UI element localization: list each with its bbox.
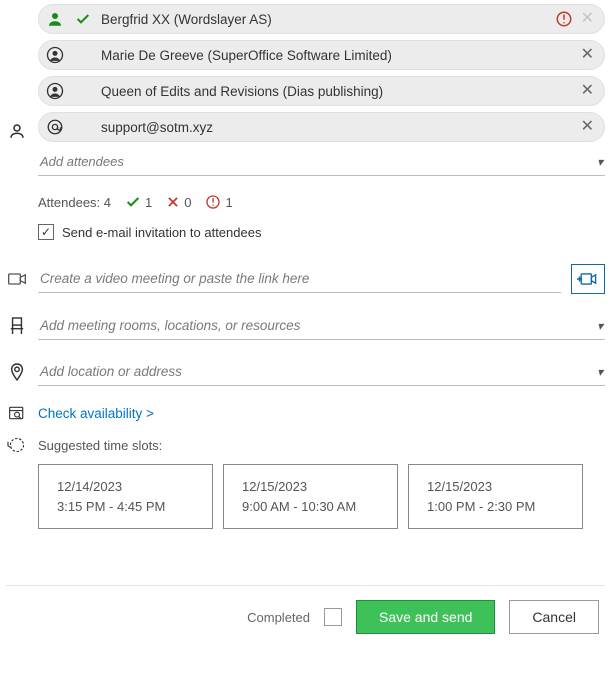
remove-attendee-button[interactable]: ✕	[579, 47, 596, 63]
remove-attendee-button[interactable]: ✕	[579, 119, 596, 135]
location-icon	[6, 362, 28, 382]
video-meeting-input[interactable]: Create a video meeting or paste the link…	[38, 265, 561, 293]
person-circle-icon	[45, 45, 65, 65]
attendee-pill: support@sotm.xyz ✕	[38, 112, 605, 142]
clock-dashed-icon	[6, 436, 28, 454]
attendee-pill: Queen of Edits and Revisions (Dias publi…	[38, 76, 605, 106]
attendee-name: support@sotm.xyz	[101, 120, 571, 135]
check-availability-link[interactable]: Check availability >	[38, 406, 154, 421]
rooms-placeholder: Add meeting rooms, locations, or resourc…	[40, 318, 597, 333]
add-attendees-input[interactable]: Add attendees ▾	[38, 148, 605, 176]
declined-icon	[166, 195, 180, 209]
chair-icon	[6, 316, 28, 336]
rooms-input[interactable]: Add meeting rooms, locations, or resourc…	[38, 312, 605, 340]
attendees-count-label: Attendees: 4	[38, 195, 111, 210]
video-placeholder: Create a video meeting or paste the link…	[40, 271, 559, 286]
slot-date: 12/15/2023	[242, 477, 379, 497]
slot-date: 12/15/2023	[427, 477, 564, 497]
attendee-name: Queen of Edits and Revisions (Dias publi…	[101, 84, 571, 99]
save-button[interactable]: Save and send	[356, 600, 495, 634]
slot-date: 12/14/2023	[57, 477, 194, 497]
warning-icon	[555, 10, 573, 28]
chevron-down-icon: ▾	[597, 319, 603, 333]
pending-count: 1	[225, 195, 232, 210]
location-input[interactable]: Add location or address ▾	[38, 358, 605, 386]
slot-time: 3:15 PM - 4:45 PM	[57, 497, 194, 517]
attendees-section-icon	[6, 122, 28, 140]
slot-time: 1:00 PM - 2:30 PM	[427, 497, 564, 517]
suggested-label: Suggested time slots:	[38, 438, 162, 453]
slot-time: 9:00 AM - 10:30 AM	[242, 497, 379, 517]
check-icon	[73, 9, 93, 29]
organizer-name: Bergfrid XX (Wordslayer AS)	[101, 12, 547, 27]
at-icon	[45, 117, 65, 137]
send-email-row[interactable]: ✓ Send e-mail invitation to attendees	[38, 224, 605, 240]
time-slot[interactable]: 12/15/2023 1:00 PM - 2:30 PM	[408, 464, 583, 529]
declined-count: 0	[184, 195, 191, 210]
person-circle-icon	[45, 81, 65, 101]
time-slot[interactable]: 12/14/2023 3:15 PM - 4:45 PM	[38, 464, 213, 529]
person-icon	[45, 9, 65, 29]
chevron-down-icon: ▾	[597, 365, 603, 379]
remove-organizer-button[interactable]: ✕	[579, 11, 596, 27]
attendee-name: Marie De Greeve (SuperOffice Software Li…	[101, 48, 571, 63]
send-email-checkbox[interactable]: ✓	[38, 224, 54, 240]
organizer-pill: Bergfrid XX (Wordslayer AS) ✕	[38, 4, 605, 34]
attendee-stats: Attendees: 4 1 0 1	[38, 194, 605, 210]
cancel-button[interactable]: Cancel	[509, 600, 599, 634]
calendar-search-icon	[6, 404, 28, 422]
remove-attendee-button[interactable]: ✕	[579, 83, 596, 99]
accepted-icon	[125, 194, 141, 210]
create-video-button[interactable]	[571, 264, 605, 294]
completed-label: Completed	[247, 610, 310, 625]
chevron-down-icon: ▾	[597, 155, 603, 169]
pending-icon	[205, 194, 221, 210]
add-attendees-placeholder: Add attendees	[40, 154, 597, 169]
attendee-pill: Marie De Greeve (SuperOffice Software Li…	[38, 40, 605, 70]
accepted-count: 1	[145, 195, 152, 210]
time-slot[interactable]: 12/15/2023 9:00 AM - 10:30 AM	[223, 464, 398, 529]
video-icon	[6, 271, 28, 287]
completed-checkbox[interactable]	[324, 608, 342, 626]
send-email-label: Send e-mail invitation to attendees	[62, 225, 261, 240]
location-placeholder: Add location or address	[40, 364, 597, 379]
